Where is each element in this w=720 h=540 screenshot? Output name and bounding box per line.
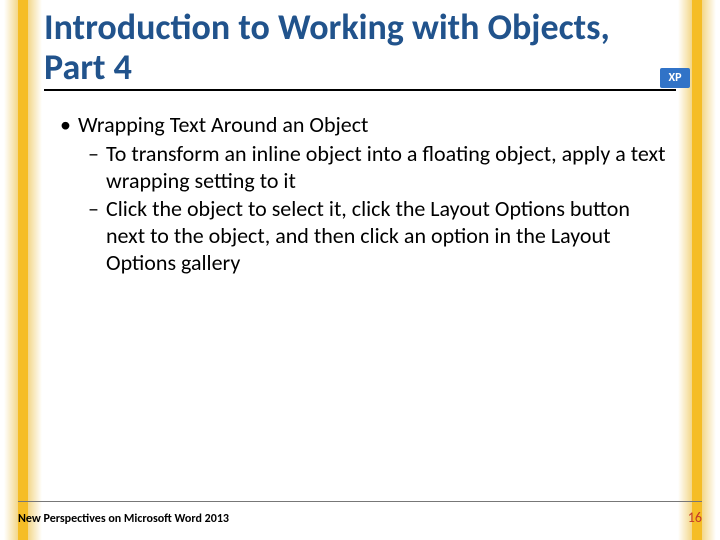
fade-left-outer <box>4 0 18 540</box>
accent-bar-right <box>692 0 702 540</box>
bullet-level2: Click the object to select it, click the… <box>88 196 668 276</box>
bullet-level1: Wrapping Text Around an Object <box>60 112 668 139</box>
page-number: 16 <box>688 509 702 526</box>
slide: Introduction to Working with Objects, Pa… <box>0 0 720 540</box>
accent-bar-left <box>18 0 28 540</box>
slide-title: Introduction to Working with Objects, Pa… <box>44 8 676 91</box>
fade-right-outer <box>702 0 716 540</box>
fade-left-inner <box>28 0 42 540</box>
footer-rule <box>18 501 702 502</box>
slide-body: Wrapping Text Around an Object To transf… <box>52 112 668 279</box>
xp-badge: XP <box>660 68 690 88</box>
footer-text: New Perspectives on Microsoft Word 2013 <box>18 512 229 526</box>
bullet-level2: To transform an inline object into a flo… <box>88 141 668 195</box>
